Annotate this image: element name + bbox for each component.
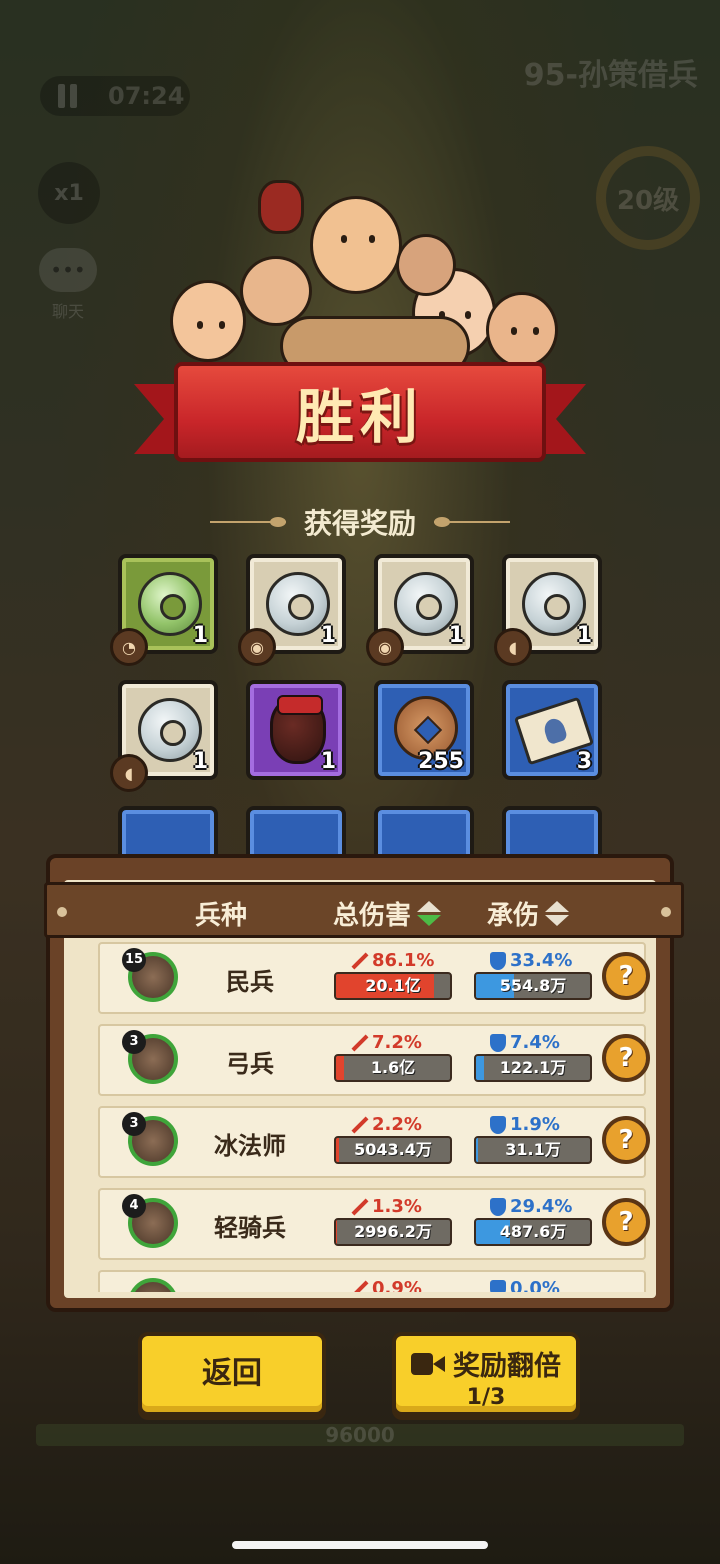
reward-count: 255 [418, 749, 464, 774]
rewards-title: 获得奖励 [303, 507, 416, 540]
sort-icon [417, 901, 442, 926]
hero-badge-icon: ◔ [110, 628, 148, 666]
unit-level: 3 [122, 1112, 146, 1136]
home-indicator[interactable] [232, 1541, 488, 1549]
reward-item[interactable]: ◔ 1 [110, 554, 218, 666]
boy-character [486, 292, 558, 368]
unit-info-button[interactable]: ? [602, 1116, 650, 1164]
stats-list[interactable]: 15 民兵 86.1% 20.1亿 33.4% 554.8万 ? 3 弓兵 7.… [50, 938, 670, 1292]
shield-icon [490, 1115, 506, 1134]
shield-icon [490, 1033, 506, 1052]
victory-banner: 胜利 [134, 362, 586, 482]
taken-percent: 33.4% [490, 950, 572, 971]
taken-bar: 31.1万 [474, 1136, 592, 1164]
double-reward-label: 奖励翻倍 [453, 1351, 561, 1382]
woman-character [396, 234, 456, 296]
header-taken-label: 承伤 [487, 901, 540, 931]
taken-bar: 122.1万 [474, 1054, 592, 1082]
reward-count: 3 [576, 749, 592, 774]
sword-icon [350, 1280, 368, 1293]
wine-jar-icon [270, 695, 326, 764]
damage-stats-panel: 兵种 总伤害 承伤 15 民兵 86.1% 20.1亿 33.4% 554.8万… [44, 854, 684, 1312]
lady-character [170, 280, 246, 362]
shield-icon [490, 1197, 506, 1216]
reward-item[interactable]: ◉ 1 [366, 554, 474, 666]
sword-icon [350, 1116, 368, 1134]
sort-taken-button[interactable]: 承伤 [487, 895, 570, 932]
reward-item[interactable]: ◖ 1 [494, 554, 602, 666]
back-button[interactable]: 返回 [138, 1332, 326, 1416]
banner-ribbon: 胜利 [174, 362, 546, 462]
damage-percent: 86.1% [350, 950, 434, 971]
sword-icon [350, 952, 368, 970]
video-camera-icon [411, 1351, 445, 1377]
taken-percent: 29.4% [490, 1196, 572, 1217]
damage-percent: 2.2% [350, 1114, 422, 1135]
reward-item[interactable]: 3 [502, 680, 602, 780]
damage-bar: 2996.2万 [334, 1218, 452, 1246]
reward-count: 1 [192, 749, 208, 774]
old-man-character [240, 256, 312, 326]
sword-icon [350, 1198, 368, 1216]
sort-icon [545, 901, 570, 926]
reward-item[interactable]: ◉ 1 [238, 554, 346, 666]
header-unit: 兵种 [195, 895, 247, 932]
unit-info-button[interactable]: ? [602, 1198, 650, 1246]
taken-bar: 487.6万 [474, 1218, 592, 1246]
unit-name: 轻骑兵 [214, 1214, 286, 1242]
decor-right [434, 517, 510, 527]
reward-item[interactable]: 1 [246, 680, 346, 780]
header-rivet [57, 907, 67, 917]
reward-item[interactable]: 255 [374, 680, 474, 780]
double-reward-button[interactable]: 奖励翻倍 1/3 [392, 1332, 580, 1416]
unit-name: 民兵 [226, 968, 274, 996]
taken-bar: 554.8万 [474, 972, 592, 1000]
reward-count: 1 [448, 623, 464, 648]
sword-icon [350, 1034, 368, 1052]
victory-characters-illustration [160, 176, 580, 386]
unit-info-button[interactable]: ? [602, 952, 650, 1000]
damage-percent: 1.3% [350, 1196, 422, 1217]
reward-count: 1 [320, 623, 336, 648]
double-reward-count: 1/3 [466, 1385, 506, 1410]
hero-badge-icon: ◉ [366, 628, 404, 666]
header-rivet [661, 907, 671, 917]
damage-percent: 0.9% [350, 1278, 422, 1292]
header-unit-label: 兵种 [195, 901, 248, 931]
shield-icon [490, 951, 506, 970]
decor-left [209, 517, 286, 527]
reward-count: 1 [576, 623, 592, 648]
hero-badge-icon: ◖ [494, 628, 532, 666]
sort-damage-button[interactable]: 总伤害 [333, 895, 442, 932]
damage-bar: 20.1亿 [334, 972, 452, 1000]
unit-level: 15 [122, 948, 146, 972]
unit-name: 冰法师 [214, 1132, 286, 1160]
damage-percent: 7.2% [350, 1032, 422, 1053]
reward-count: 1 [192, 623, 208, 648]
reward-count: 1 [320, 749, 336, 774]
stats-header: 兵种 总伤害 承伤 [44, 882, 684, 938]
rewards-heading: 获得奖励 [190, 500, 530, 544]
taken-percent: 1.9% [490, 1114, 560, 1135]
taken-percent: 7.4% [490, 1032, 560, 1053]
hero-badge-icon: ◉ [238, 628, 276, 666]
unit-info-button[interactable]: ? [602, 1034, 650, 1082]
unit-name: 弓兵 [226, 1050, 274, 1078]
damage-bar: 1.6亿 [334, 1054, 452, 1082]
hero-character [310, 196, 402, 294]
shield-icon [490, 1279, 506, 1292]
damage-bar: 5043.4万 [334, 1136, 452, 1164]
reward-item[interactable]: ◖ 1 [110, 680, 218, 792]
double-reward-row: 奖励翻倍 [396, 1344, 576, 1383]
wine-pot [258, 180, 304, 234]
taken-percent: 0.0% [490, 1278, 560, 1292]
victory-title: 胜利 [295, 383, 424, 451]
header-damage-label: 总伤害 [333, 901, 412, 931]
hero-badge-icon: ◖ [110, 754, 148, 792]
unit-level: 3 [122, 1030, 146, 1054]
unit-level: 4 [122, 1194, 146, 1218]
